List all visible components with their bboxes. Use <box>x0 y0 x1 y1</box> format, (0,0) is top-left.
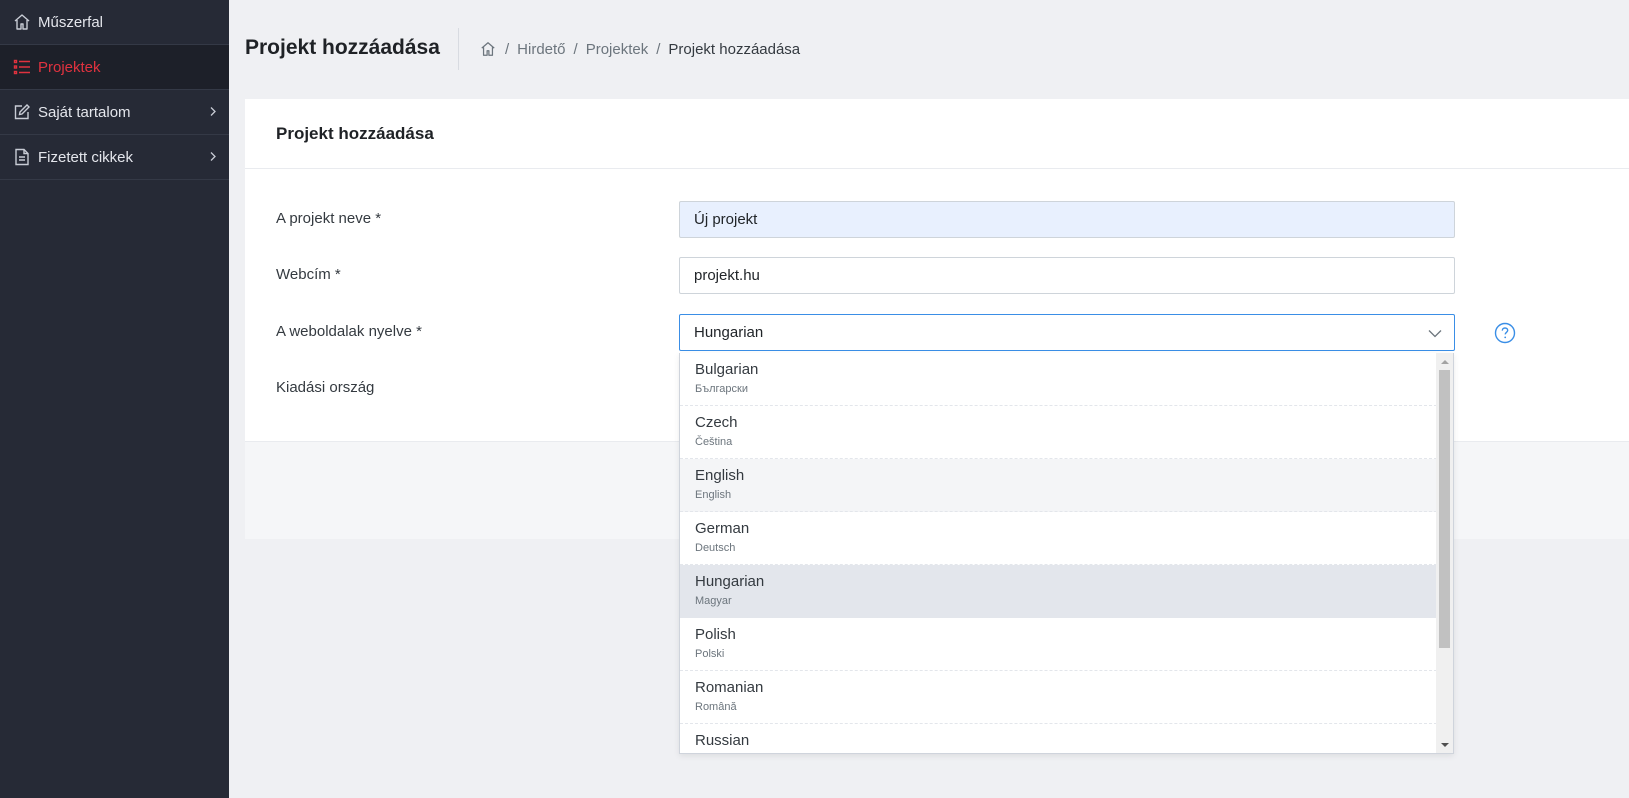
option-native-name: Deutsch <box>695 542 736 554</box>
breadcrumb-item-current: Projekt hozzáadása <box>668 40 801 58</box>
country-label: Kiadási ország <box>276 379 375 396</box>
language-option[interactable]: Polish Polski <box>680 618 1437 671</box>
document-icon <box>12 147 32 167</box>
language-select-value: Hungarian <box>694 324 764 341</box>
option-name: Romanian <box>695 679 764 696</box>
option-name: German <box>695 520 750 537</box>
language-option[interactable]: German Deutsch <box>680 512 1437 565</box>
sidebar-item-label: Műszerfal <box>38 13 104 31</box>
card-header: Projekt hozzáadása <box>245 99 1629 169</box>
page-title: Projekt hozzáadása <box>245 36 440 59</box>
chevron-right-icon <box>209 104 217 121</box>
project-name-label: A projekt neve * <box>276 210 382 227</box>
option-name: Bulgarian <box>695 361 759 378</box>
option-native-name: Magyar <box>695 595 732 607</box>
sidebar-item-paid-articles[interactable]: Fizetett cikkek <box>0 135 229 180</box>
language-option-list: Bulgarian Български Czech Čeština Englis… <box>680 353 1437 753</box>
language-label: A weboldalak nyelve * <box>276 323 422 340</box>
breadcrumb-item-advertiser[interactable]: Hirdető <box>517 41 565 58</box>
chevron-down-icon <box>1428 324 1442 341</box>
language-option[interactable]: Romanian Română <box>680 671 1437 724</box>
sidebar-item-dashboard[interactable]: Műszerfal <box>0 0 229 45</box>
sidebar-item-label: Saját tartalom <box>38 103 131 121</box>
header-divider <box>458 28 459 70</box>
option-native-name: English <box>695 489 732 501</box>
language-option-selected[interactable]: Hungarian Magyar <box>680 565 1437 618</box>
card-title: Projekt hozzáadása <box>276 123 434 143</box>
scrollbar-thumb[interactable] <box>1439 370 1450 648</box>
sidebar-item-label: Projektek <box>38 58 101 76</box>
language-dropdown: Bulgarian Български Czech Čeština Englis… <box>679 353 1454 754</box>
home-icon <box>12 12 32 32</box>
project-name-input[interactable]: Új projekt <box>679 201 1455 238</box>
language-option-hovered[interactable]: English English <box>680 459 1437 512</box>
scroll-up-arrow-icon[interactable] <box>1436 353 1453 370</box>
project-name-value: Új projekt <box>694 211 758 228</box>
breadcrumb-separator: / <box>656 40 661 58</box>
url-input[interactable]: projekt.hu <box>679 257 1455 294</box>
home-icon[interactable] <box>479 40 497 58</box>
option-native-name: Čeština <box>695 436 733 448</box>
dropdown-scrollbar[interactable] <box>1436 353 1453 753</box>
option-native-name: Polski <box>695 648 725 660</box>
help-icon[interactable] <box>1494 322 1516 344</box>
scroll-down-arrow-icon[interactable] <box>1436 736 1453 753</box>
language-select[interactable]: Hungarian <box>679 314 1455 351</box>
list-icon <box>12 57 32 77</box>
sidebar: Műszerfal Projektek Saját tartalom Fizet… <box>0 0 229 798</box>
language-option[interactable]: Bulgarian Български <box>680 353 1437 406</box>
breadcrumb-item-projects[interactable]: Projektek <box>586 41 649 58</box>
option-native-name: Български <box>695 383 748 395</box>
option-name: Russian <box>695 732 750 749</box>
language-option[interactable]: Czech Čeština <box>680 406 1437 459</box>
edit-icon <box>12 102 32 122</box>
breadcrumb-separator: / <box>505 40 510 58</box>
language-option[interactable]: Russian <box>680 724 1437 753</box>
option-native-name: Română <box>695 701 737 713</box>
breadcrumb: / Hirdető / Projektek / Projekt hozzáadá… <box>479 40 800 58</box>
sidebar-item-label: Fizetett cikkek <box>38 148 134 166</box>
option-name: Czech <box>695 414 738 431</box>
url-label: Webcím * <box>276 266 341 283</box>
chevron-right-icon <box>209 149 217 166</box>
sidebar-item-own-content[interactable]: Saját tartalom <box>0 90 229 135</box>
url-value: projekt.hu <box>694 267 760 284</box>
option-name: Hungarian <box>695 573 765 590</box>
breadcrumb-separator: / <box>573 40 578 58</box>
option-name: Polish <box>695 626 736 643</box>
sidebar-item-projects[interactable]: Projektek <box>0 45 229 90</box>
option-name: English <box>695 467 745 484</box>
